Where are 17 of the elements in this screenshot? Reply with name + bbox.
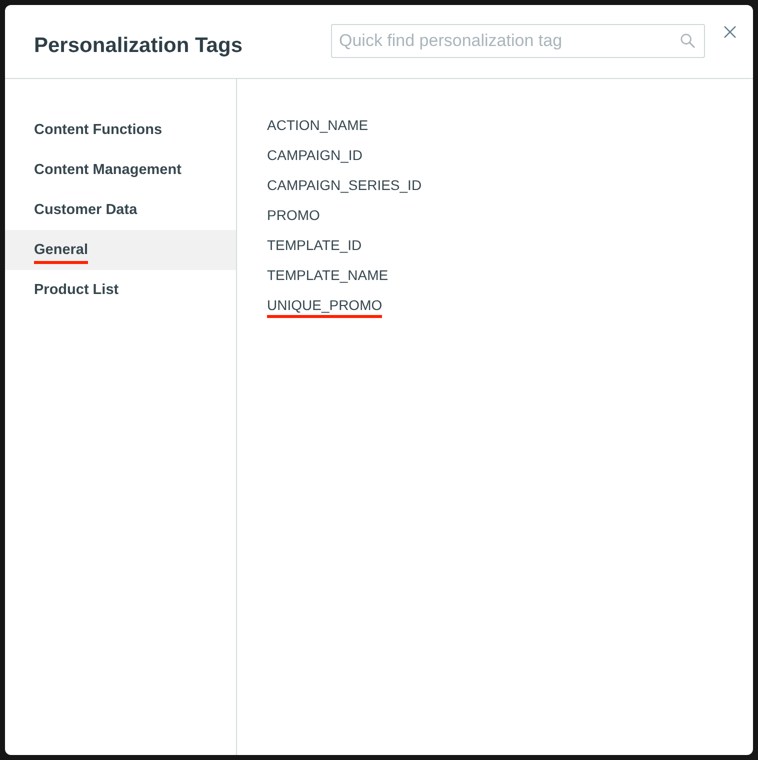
close-icon [724,26,736,38]
tag-item[interactable]: ACTION_NAME [267,110,368,140]
tag-item[interactable]: TEMPLATE_NAME [267,260,388,290]
search-field[interactable]: Quick find personalization tag [331,24,705,58]
search-icon [680,33,695,48]
tag-item[interactable]: PROMO [267,200,320,230]
tag-item[interactable]: CAMPAIGN_ID [267,140,362,170]
sidebar-item[interactable]: Customer Data [5,190,236,230]
sidebar-item[interactable]: General [5,230,236,270]
tag-item[interactable]: CAMPAIGN_SERIES_ID [267,170,422,200]
dialog-title: Personalization Tags [34,34,242,58]
sidebar-item[interactable]: Product List [5,270,236,310]
close-button[interactable] [724,26,736,38]
sidebar-item[interactable]: Content Functions [5,110,236,150]
tag-item[interactable]: TEMPLATE_ID [267,230,362,260]
tag-item[interactable]: UNIQUE_PROMO [267,290,382,320]
sidebar-item[interactable]: Content Management [5,150,236,190]
